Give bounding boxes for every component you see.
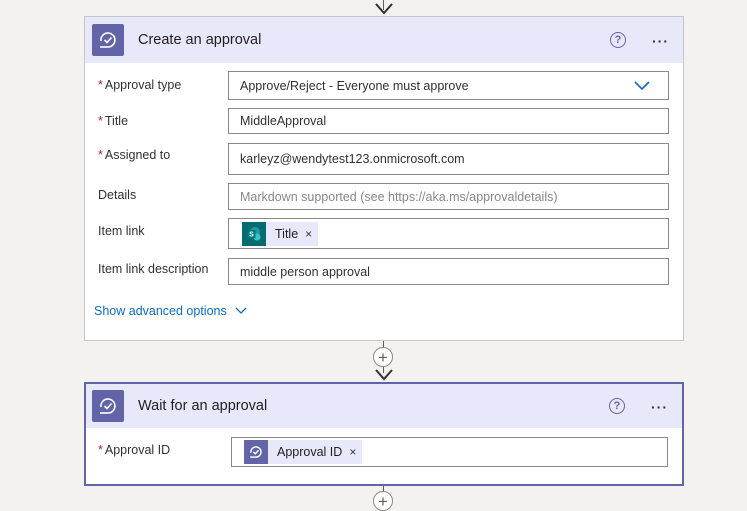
approval-id-row: * Approval ID Approval ID × [98, 437, 668, 467]
approval-icon [92, 390, 124, 422]
chevron-down-icon [235, 307, 247, 314]
approval-icon [92, 24, 124, 56]
title-input[interactable]: MiddleApproval [228, 108, 669, 134]
details-label: Details [98, 188, 137, 202]
approval-type-dropdown[interactable]: Approve/Reject - Everyone must approve [228, 71, 669, 100]
more-options-icon[interactable]: ··· [651, 399, 668, 415]
assigned-to-row: * Assigned to karleyz@wendytest123.onmicr… [98, 143, 669, 175]
title-token[interactable]: S Title × [242, 221, 319, 246]
assigned-to-input[interactable]: karleyz@wendytest123.onmicrosoft.com [228, 143, 669, 175]
approval-icon [244, 440, 268, 464]
details-row: Details Markdown supported (see https://… [98, 183, 669, 210]
token-label: Approval ID [277, 445, 343, 459]
sharepoint-icon: S [242, 221, 266, 246]
approval-id-input[interactable]: Approval ID × [231, 437, 668, 467]
required-mark: * [98, 148, 103, 162]
token-remove-icon[interactable]: × [305, 227, 312, 241]
create-approval-header[interactable]: Create an approval ? ··· [85, 17, 683, 63]
approval-type-value: Approve/Reject - Everyone must approve [240, 78, 469, 93]
item-link-description-label: Item link description [98, 262, 209, 276]
token-remove-icon[interactable]: × [349, 445, 356, 459]
add-step-button[interactable]: + [373, 347, 393, 367]
help-icon[interactable]: ? [609, 398, 625, 414]
show-advanced-options-link[interactable]: Show advanced options [94, 304, 247, 318]
card-title: Wait for an approval [138, 398, 268, 414]
title-row: * Title MiddleApproval [98, 108, 669, 134]
arrow-down-icon [375, 3, 393, 15]
item-link-label: Item link [98, 224, 145, 238]
assigned-to-label: * Assigned to [98, 148, 171, 162]
more-options-icon[interactable]: ··· [652, 33, 669, 49]
item-link-description-input[interactable]: middle person approval [228, 258, 669, 285]
create-approval-card: Create an approval ? ··· * Approval type … [84, 16, 684, 341]
chevron-down-icon [634, 80, 650, 90]
token-label: Title [275, 226, 299, 241]
wait-approval-card: Wait for an approval ? ··· * Approval ID … [84, 382, 684, 486]
svg-text:S: S [249, 231, 254, 238]
details-placeholder: Markdown supported (see https://aka.ms/a… [240, 189, 558, 204]
required-mark: * [98, 78, 103, 92]
item-link-input[interactable]: S Title × [228, 218, 669, 249]
title-label: * Title [98, 114, 129, 128]
approval-id-label: * Approval ID [98, 443, 171, 457]
required-mark: * [98, 114, 103, 128]
approval-id-token[interactable]: Approval ID × [244, 440, 363, 464]
add-step-button[interactable]: + [373, 491, 393, 511]
item-link-description-row: Item link description middle person appr… [98, 258, 669, 285]
approval-type-label: * Approval type [98, 78, 182, 92]
arrow-down-icon [375, 369, 393, 381]
wait-approval-header[interactable]: Wait for an approval ? ··· [86, 384, 682, 428]
required-mark: * [98, 443, 103, 457]
card-title: Create an approval [138, 32, 262, 48]
details-input[interactable]: Markdown supported (see https://aka.ms/a… [228, 183, 669, 210]
item-link-row: Item link S Title × [98, 218, 669, 249]
help-icon[interactable]: ? [610, 32, 626, 48]
approval-type-row: * Approval type Approve/Reject - Everyone… [98, 71, 669, 100]
